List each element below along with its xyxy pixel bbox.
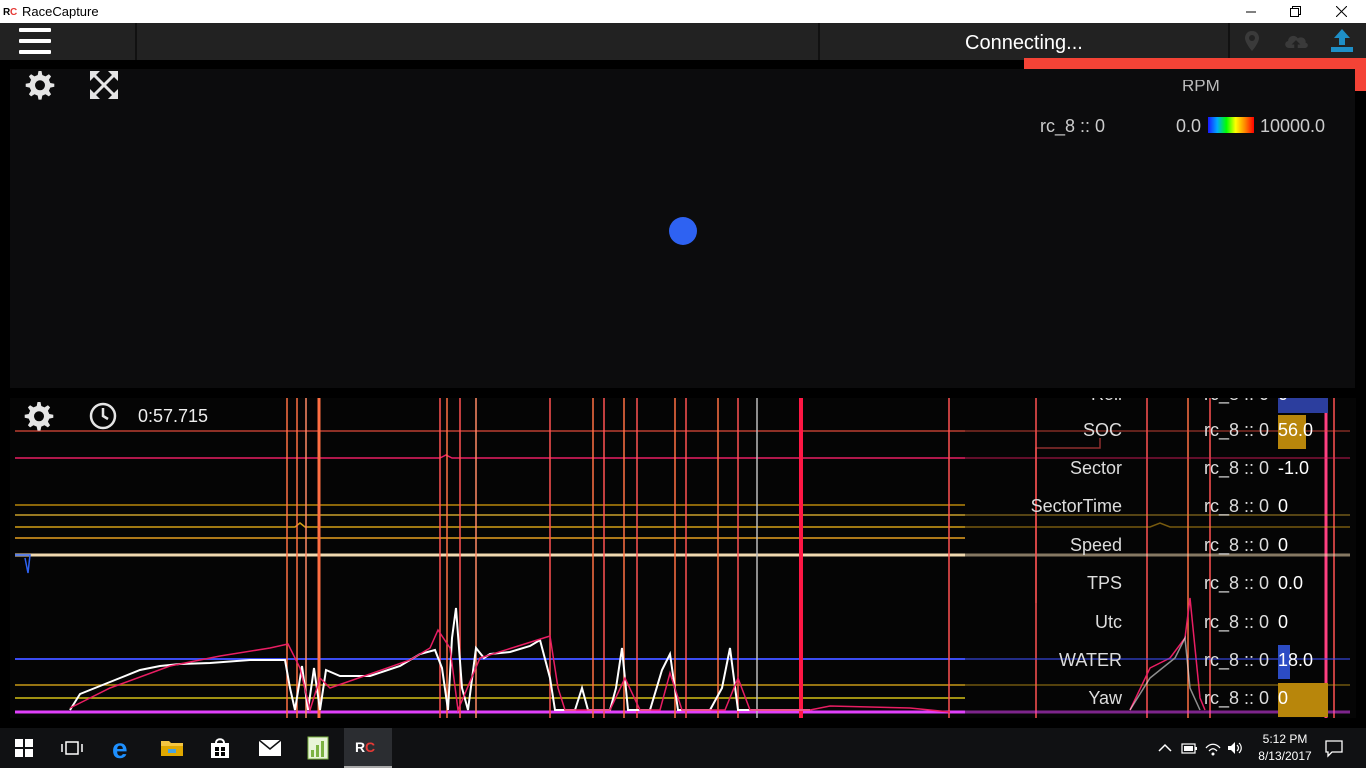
close-icon [1335, 6, 1347, 17]
menu-icon-bar [19, 50, 51, 54]
menu-button[interactable] [19, 28, 51, 56]
channel-value: 0 [1278, 688, 1289, 708]
mail-button[interactable] [246, 728, 294, 768]
gps-location-icon[interactable] [1240, 28, 1268, 54]
window-title: RaceCapture [22, 4, 99, 19]
map-legend-max: 10000.0 [1260, 116, 1326, 136]
channel-name-sector[interactable]: Sector [910, 458, 1122, 479]
channel-value: -1.0 [1278, 458, 1310, 478]
channel-value: 0 [1278, 496, 1289, 516]
battery-icon[interactable] [1180, 738, 1198, 758]
cloud-telemetry-icon[interactable] [1282, 28, 1310, 54]
current-position-marker [669, 217, 697, 245]
volume-icon[interactable] [1226, 738, 1244, 758]
windows-taskbar: e R C 5:12 PM 8/13/2017 [0, 728, 1366, 768]
trace-line [15, 454, 965, 459]
channel-source: rc_8 :: 0 [1204, 398, 1269, 405]
map-legend-channel-name: RPM [1182, 80, 1220, 91]
folder-icon [161, 741, 183, 756]
task-view-icon [61, 741, 83, 755]
channel-value: 0 [1278, 612, 1289, 632]
racecapture-logo-icon: R C [3, 7, 17, 17]
channel-name-speed[interactable]: Speed [910, 535, 1122, 556]
store-button[interactable] [196, 728, 244, 768]
file-explorer-button[interactable] [148, 728, 196, 768]
toolbar-segment [137, 23, 820, 60]
data-upload-icon[interactable] [1328, 28, 1356, 54]
channel-source: rc_8 :: 0 [1204, 535, 1270, 555]
channel-value: 18.0 [1278, 650, 1314, 670]
store-bag-icon [211, 738, 229, 758]
system-clock[interactable]: 5:12 PM 8/13/2017 [1255, 731, 1315, 765]
vertical-markers [286, 398, 1335, 718]
chart-app-button[interactable] [294, 728, 342, 768]
title-bar: R C RaceCapture [0, 0, 1366, 23]
menu-icon-bar [19, 39, 51, 43]
racecapture-taskbar-button[interactable]: R C [344, 728, 392, 768]
app-toolbar: Connecting... [0, 23, 1366, 60]
telemetry-plot[interactable] [10, 398, 1356, 718]
channel-source: rc_8 :: 0 [1204, 458, 1270, 478]
trace-line [15, 554, 31, 574]
overlay-trace [1129, 635, 1201, 711]
channel-value: 0.0 [1278, 573, 1304, 593]
clock-date: 8/13/2017 [1258, 749, 1312, 763]
channel-name-utc[interactable]: Utc [910, 612, 1122, 633]
analysis-chart-panel[interactable]: 0:57.715 Rollrc_8 :: 00SOCrc_8 :: 056.0S… [10, 398, 1356, 718]
channel-name-soc[interactable]: SOC [910, 420, 1122, 441]
windows-logo-icon [15, 739, 33, 757]
svg-text:C: C [365, 739, 375, 755]
show-hidden-icons-icon[interactable] [1156, 738, 1174, 758]
channel-source: rc_8 :: 0 [1204, 650, 1270, 670]
channel-name-tps[interactable]: TPS [910, 573, 1122, 594]
channel-source: rc_8 :: 0 [1204, 573, 1270, 593]
map-legend-gradient [1208, 117, 1254, 133]
clock-time: 5:12 PM [1262, 732, 1308, 746]
close-button[interactable] [1318, 0, 1364, 23]
edge-browser-button[interactable]: e [99, 728, 147, 768]
restore-icon [1289, 6, 1301, 17]
svg-text:e: e [112, 735, 128, 761]
trace-line [15, 522, 965, 528]
channel-source: rc_8 :: 0 [1204, 612, 1270, 632]
track-map-panel: RPM rc_8 :: 0 0.0 10000.0 [10, 69, 1355, 388]
fullscreen-icon[interactable] [88, 69, 120, 101]
lap-time: 0:57.715 [138, 406, 209, 426]
connection-status: Connecting... [965, 32, 1083, 54]
edge-browser-icon: e [112, 735, 128, 761]
channel-name-roll[interactable]: Roll [910, 398, 1122, 405]
channel-name-yaw[interactable]: Yaw [910, 688, 1122, 709]
svg-text:R: R [355, 739, 365, 755]
map-legend-min: 0.0 [1176, 116, 1202, 136]
wifi-icon[interactable] [1204, 738, 1222, 758]
spreadsheet-chart-icon [307, 736, 329, 760]
channel-value: 0 [1278, 535, 1289, 555]
gear-icon[interactable] [24, 69, 56, 101]
minimize-button[interactable] [1228, 0, 1274, 23]
channel-value: 0 [1278, 398, 1288, 405]
channel-source: rc_8 :: 0 [1204, 496, 1270, 516]
channel-name-sectortime[interactable]: SectorTime [910, 496, 1122, 517]
map-legend-source: rc_8 :: 0 [1040, 116, 1106, 136]
channel-source: rc_8 :: 0 [1204, 688, 1270, 708]
channel-source: rc_8 :: 0 [1204, 420, 1270, 440]
overlay-trace [965, 522, 1350, 528]
start-button[interactable] [0, 728, 48, 768]
svg-text:C: C [10, 7, 17, 17]
clock-icon[interactable] [88, 400, 120, 432]
task-view-button[interactable] [48, 728, 96, 768]
channel-name-water[interactable]: WATER [910, 650, 1122, 671]
menu-icon [19, 28, 51, 32]
racecapture-app-icon: R C [355, 739, 375, 755]
channel-value: 56.0 [1278, 420, 1314, 440]
action-center-icon[interactable] [1324, 738, 1344, 758]
minimize-icon [1246, 11, 1256, 12]
panel-divider [0, 388, 1366, 398]
chart-gear-icon[interactable] [23, 400, 55, 432]
mail-icon [258, 739, 282, 756]
restore-button[interactable] [1272, 0, 1318, 23]
